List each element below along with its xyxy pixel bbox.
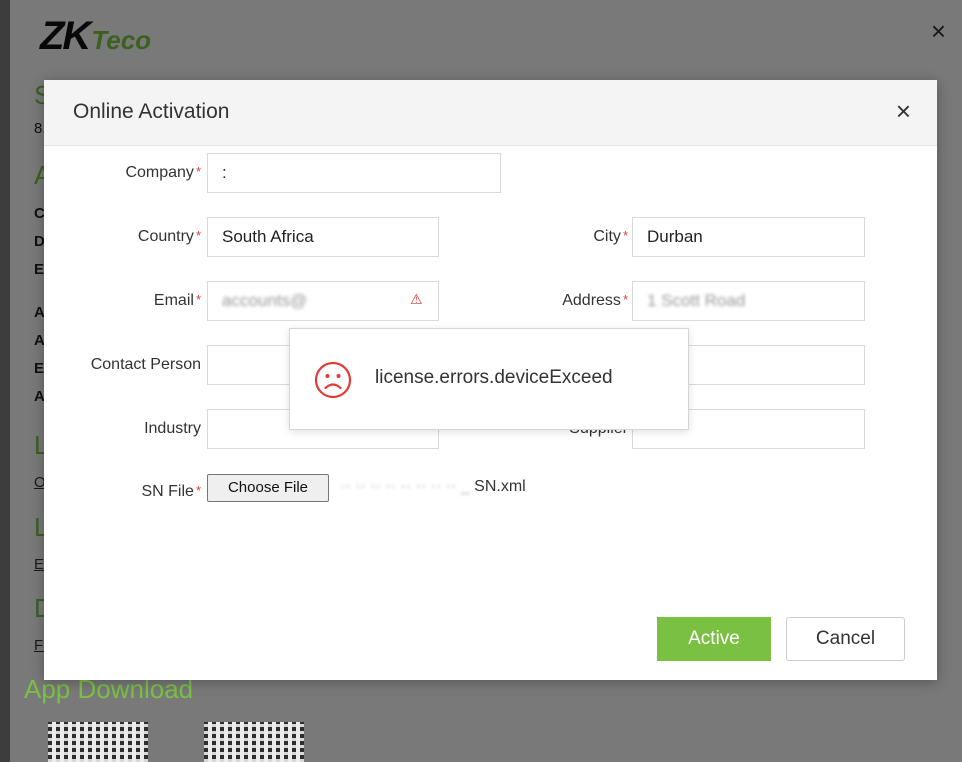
file-name-redacted: ·· ·· ·· ·· ·· ·· ·· ·· _	[340, 478, 470, 495]
online-activation-dialog: Online Activation × Company * : Country * …	[44, 80, 937, 680]
address-label: Address *	[562, 292, 628, 310]
city-value: Durban	[647, 227, 703, 246]
required-mark: *	[622, 292, 628, 307]
cancel-button[interactable]: Cancel	[786, 617, 905, 661]
selected-file-name: ·· ·· ·· ·· ·· ·· ·· ·· _ SN.xml	[340, 478, 526, 496]
error-toast: license.errors.deviceExceed	[289, 328, 689, 430]
qr-code-icon	[204, 722, 304, 762]
sn-file-label-text: SN File	[141, 483, 194, 500]
sn-file-label: SN File *	[141, 483, 201, 501]
toast-message: license.errors.deviceExceed	[375, 367, 613, 388]
address-value: 1 Scott Road	[647, 291, 746, 310]
country-label-text: Country	[137, 228, 194, 245]
address-label-text: Address	[562, 292, 621, 309]
company-input[interactable]: :	[207, 153, 501, 193]
dialog-header: Online Activation ×	[44, 80, 937, 146]
country-input[interactable]: South Africa	[207, 217, 439, 257]
email-label: Email *	[154, 292, 201, 310]
contact-person-label: Contact Person	[91, 356, 201, 374]
city-label: City *	[593, 228, 628, 246]
email-input[interactable]: accounts@	[207, 281, 439, 321]
industry-label-text: Industry	[144, 420, 201, 437]
industry-label: Industry	[144, 420, 201, 438]
company-label-text: Company	[125, 164, 194, 181]
company-value: :	[222, 163, 227, 182]
validation-error-icon: ⚠	[410, 291, 423, 307]
country-label: Country *	[138, 228, 201, 246]
city-label-text: City	[593, 228, 621, 245]
close-icon[interactable]: ×	[896, 98, 911, 124]
address-input[interactable]: 1 Scott Road	[632, 281, 865, 321]
required-mark: *	[195, 483, 201, 498]
city-input[interactable]: Durban	[632, 217, 865, 257]
contact-person-label-text: Contact Person	[90, 356, 201, 373]
choose-file-button[interactable]: Choose File	[207, 474, 329, 502]
required-mark: *	[195, 292, 201, 307]
sad-face-icon	[314, 361, 352, 399]
required-mark: *	[622, 228, 628, 243]
email-value: accounts@	[222, 291, 308, 310]
required-mark: *	[195, 164, 201, 179]
file-name-text: SN.xml	[474, 478, 526, 495]
email-label-text: Email	[153, 292, 194, 309]
active-button[interactable]: Active	[657, 617, 771, 661]
country-value: South Africa	[222, 227, 314, 246]
qr-code-icon	[48, 722, 148, 762]
company-label: Company *	[125, 164, 201, 182]
dialog-title: Online Activation	[73, 100, 230, 123]
required-mark: *	[195, 228, 201, 243]
